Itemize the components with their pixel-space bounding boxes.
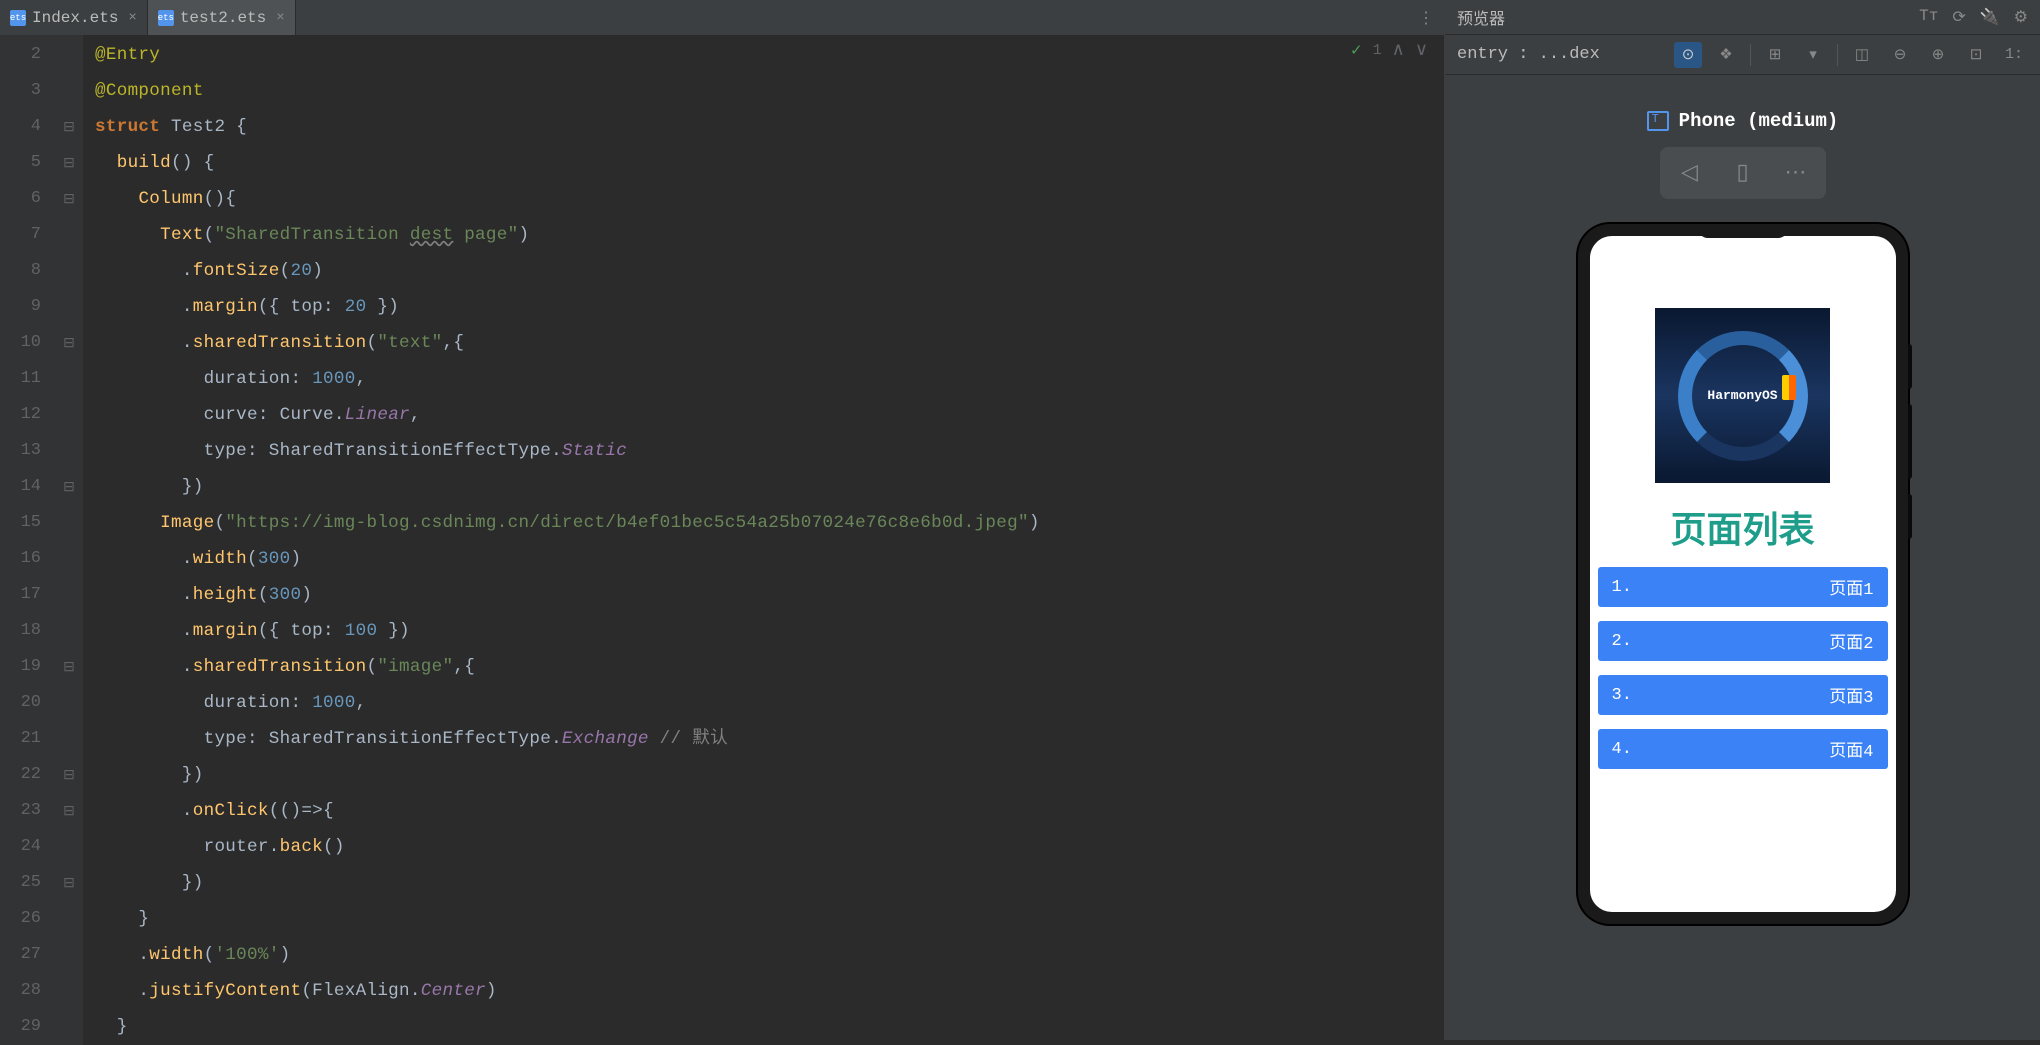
preview-panel: 预览器 Tт ⟳ 🔌 ⚙ entry : ...dex ⊙ ❖ ⊞ ▾ ◫ ⊖ … [1445,0,2040,1040]
tab-index[interactable]: ets Index.ets × [0,0,148,35]
status-count: 1 [1373,42,1382,59]
code-editor[interactable]: ✓ 1 ∧ ∨ 2 3 4 5 6 7 8 9 10 11 12 13 14 1… [0,35,1444,1045]
text-size-icon[interactable]: Tт [1919,7,1938,27]
fit-icon[interactable]: ⊡ [1962,42,1990,68]
back-icon[interactable]: ◁ [1665,152,1715,194]
fold-icon[interactable]: ⊟ [55,649,83,685]
entry-label: entry : ...dex [1457,45,1600,64]
phone-preview: HarmonyOS 页面列表 1. 页面1 2. 页面2 3. [1445,219,2040,1040]
fold-end-icon[interactable]: ⊟ [55,865,83,901]
tab-label: Index.ets [32,9,118,27]
checkmark-icon: ✓ [1350,41,1363,60]
up-arrow-icon[interactable]: ∧ [1392,39,1405,61]
fold-gutter: ⊟ ⊟ ⊟ ⊟ ⊟ ⊟ ⊟ ⊟ ⊟ [55,35,83,1045]
zoom-in-icon[interactable]: ⊕ [1924,42,1952,68]
code-content[interactable]: @Entry @Component struct Test2 { build()… [83,35,1444,1045]
list-item[interactable]: 2. 页面2 [1598,621,1888,661]
tab-bar: ets Index.ets × ets test2.ets × ⋮ [0,0,1444,35]
tab-label: test2.ets [180,9,266,27]
ets-file-icon: ets [158,10,174,26]
layers-icon[interactable]: ❖ [1712,42,1740,68]
zoom-out-icon[interactable]: ⊖ [1886,42,1914,68]
tab-test2[interactable]: ets test2.ets × [148,0,296,35]
fold-icon[interactable]: ⊟ [55,109,83,145]
fold-icon[interactable]: ⊟ [55,181,83,217]
phone-screen[interactable]: HarmonyOS 页面列表 1. 页面1 2. 页面2 3. [1590,236,1896,912]
orientation-controls: ◁ ▯ ⋯ [1445,147,2040,199]
device-icon [1647,111,1669,131]
close-icon[interactable]: × [276,10,284,26]
crop-icon[interactable]: ◫ [1848,42,1876,68]
fold-end-icon[interactable]: ⊟ [55,469,83,505]
grid-icon[interactable]: ⊞ [1761,42,1789,68]
preview-toolbar: entry : ...dex ⊙ ❖ ⊞ ▾ ◫ ⊖ ⊕ ⊡ 1: [1445,35,2040,75]
fold-icon[interactable]: ⊟ [55,145,83,181]
phone-notch [1698,224,1788,238]
close-icon[interactable]: × [128,10,136,26]
ets-file-icon: ets [10,10,26,26]
editor-section: ets Index.ets × ets test2.ets × ⋮ ✓ 1 ∧ … [0,0,1445,1040]
tab-overflow-icon[interactable]: ⋮ [1418,8,1434,28]
side-button [1908,344,1912,389]
inspect-icon[interactable]: ⊙ [1674,42,1702,68]
preview-header: 预览器 Tт ⟳ 🔌 ⚙ [1445,0,2040,35]
page-list-title: 页面列表 [1670,501,1814,553]
preview-title: 预览器 [1457,5,1505,29]
dropdown-icon[interactable]: ▾ [1799,42,1827,68]
fold-icon[interactable]: ⊟ [55,325,83,361]
fold-end-icon[interactable]: ⊟ [55,757,83,793]
device-name: Phone (medium) [1679,110,1839,132]
side-button [1908,494,1912,539]
side-button [1908,404,1912,479]
settings-icon[interactable]: ⚙ [2014,7,2028,27]
list-item[interactable]: 1. 页面1 [1598,567,1888,607]
device-label-row: Phone (medium) [1445,75,2040,147]
harmony-logo: HarmonyOS [1655,308,1830,483]
zoom-ratio[interactable]: 1: [2000,42,2028,68]
down-arrow-icon[interactable]: ∨ [1415,39,1428,61]
rotate-icon[interactable]: ▯ [1718,152,1768,194]
fold-icon[interactable]: ⊟ [55,793,83,829]
editor-status: ✓ 1 ∧ ∨ [1350,39,1428,61]
page-list: 1. 页面1 2. 页面2 3. 页面3 4. 页面4 [1598,567,1888,783]
list-item[interactable]: 3. 页面3 [1598,675,1888,715]
more-icon[interactable]: ⋯ [1771,152,1821,194]
line-gutter: 2 3 4 5 6 7 8 9 10 11 12 13 14 15 16 17 … [0,35,55,1045]
list-item[interactable]: 4. 页面4 [1598,729,1888,769]
phone-frame: HarmonyOS 页面列表 1. 页面1 2. 页面2 3. [1578,224,1908,924]
plug-icon[interactable]: 🔌 [1980,7,2000,27]
refresh-icon[interactable]: ⟳ [1952,7,1965,27]
